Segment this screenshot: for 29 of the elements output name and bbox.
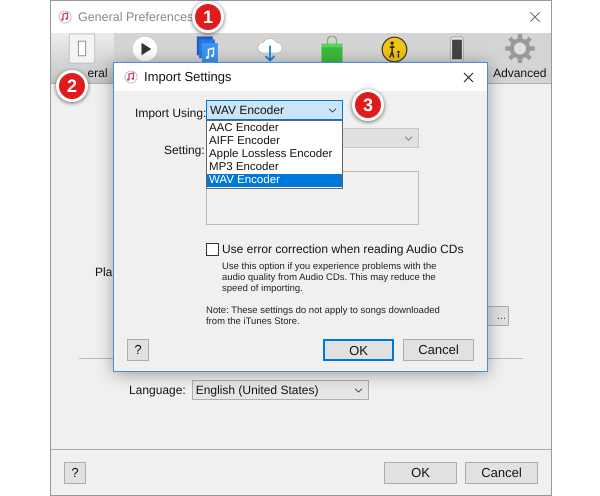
encoder-option[interactable]: MP3 Encoder xyxy=(207,161,342,174)
checkbox[interactable] xyxy=(206,242,219,256)
parental-sign-icon xyxy=(381,36,408,62)
option-description: Use this option if you experience problems with the audio quality from Audio CDs. This may reduce the speed of importing. xyxy=(222,261,438,294)
language-label: Language: xyxy=(129,382,186,399)
encoder-option[interactable]: WAV Encoder xyxy=(207,174,342,187)
help-button[interactable]: ? xyxy=(127,339,149,361)
ok-button[interactable]: OK xyxy=(323,339,394,361)
language-dropdown[interactable]: English (United States) xyxy=(192,380,369,400)
import-using-dropdown[interactable]: WAV Encoder xyxy=(206,100,343,120)
toolbar-tab[interactable]: Advanced xyxy=(488,33,551,83)
window-title: General Preferences xyxy=(78,8,194,26)
setting-label: Pla xyxy=(95,264,112,281)
setting-label: Setting: xyxy=(164,142,205,159)
import-using-label: Import Using: xyxy=(135,105,206,122)
checkbox-label: Use error correction when reading Audio CDs xyxy=(222,241,464,258)
ok-button[interactable]: OK xyxy=(384,462,457,484)
cancel-button[interactable]: Cancel xyxy=(403,339,474,361)
music-note-icon xyxy=(58,10,72,24)
encoder-option[interactable]: AAC Encoder xyxy=(207,122,342,135)
encoder-option[interactable]: AIFF Encoder xyxy=(207,135,342,148)
encoder-option[interactable]: Apple Lossless Encoder xyxy=(207,148,342,161)
dialog-title: Import Settings xyxy=(144,68,232,86)
browse-button[interactable]: ... xyxy=(487,306,509,326)
note-text: Note: These settings do not apply to songs downloaded from the iTunes Store. xyxy=(206,305,441,327)
help-button[interactable]: ? xyxy=(64,462,86,484)
music-note-icon xyxy=(124,70,138,84)
cancel-button[interactable]: Cancel xyxy=(465,462,538,484)
shopping-bag-icon xyxy=(320,36,344,62)
